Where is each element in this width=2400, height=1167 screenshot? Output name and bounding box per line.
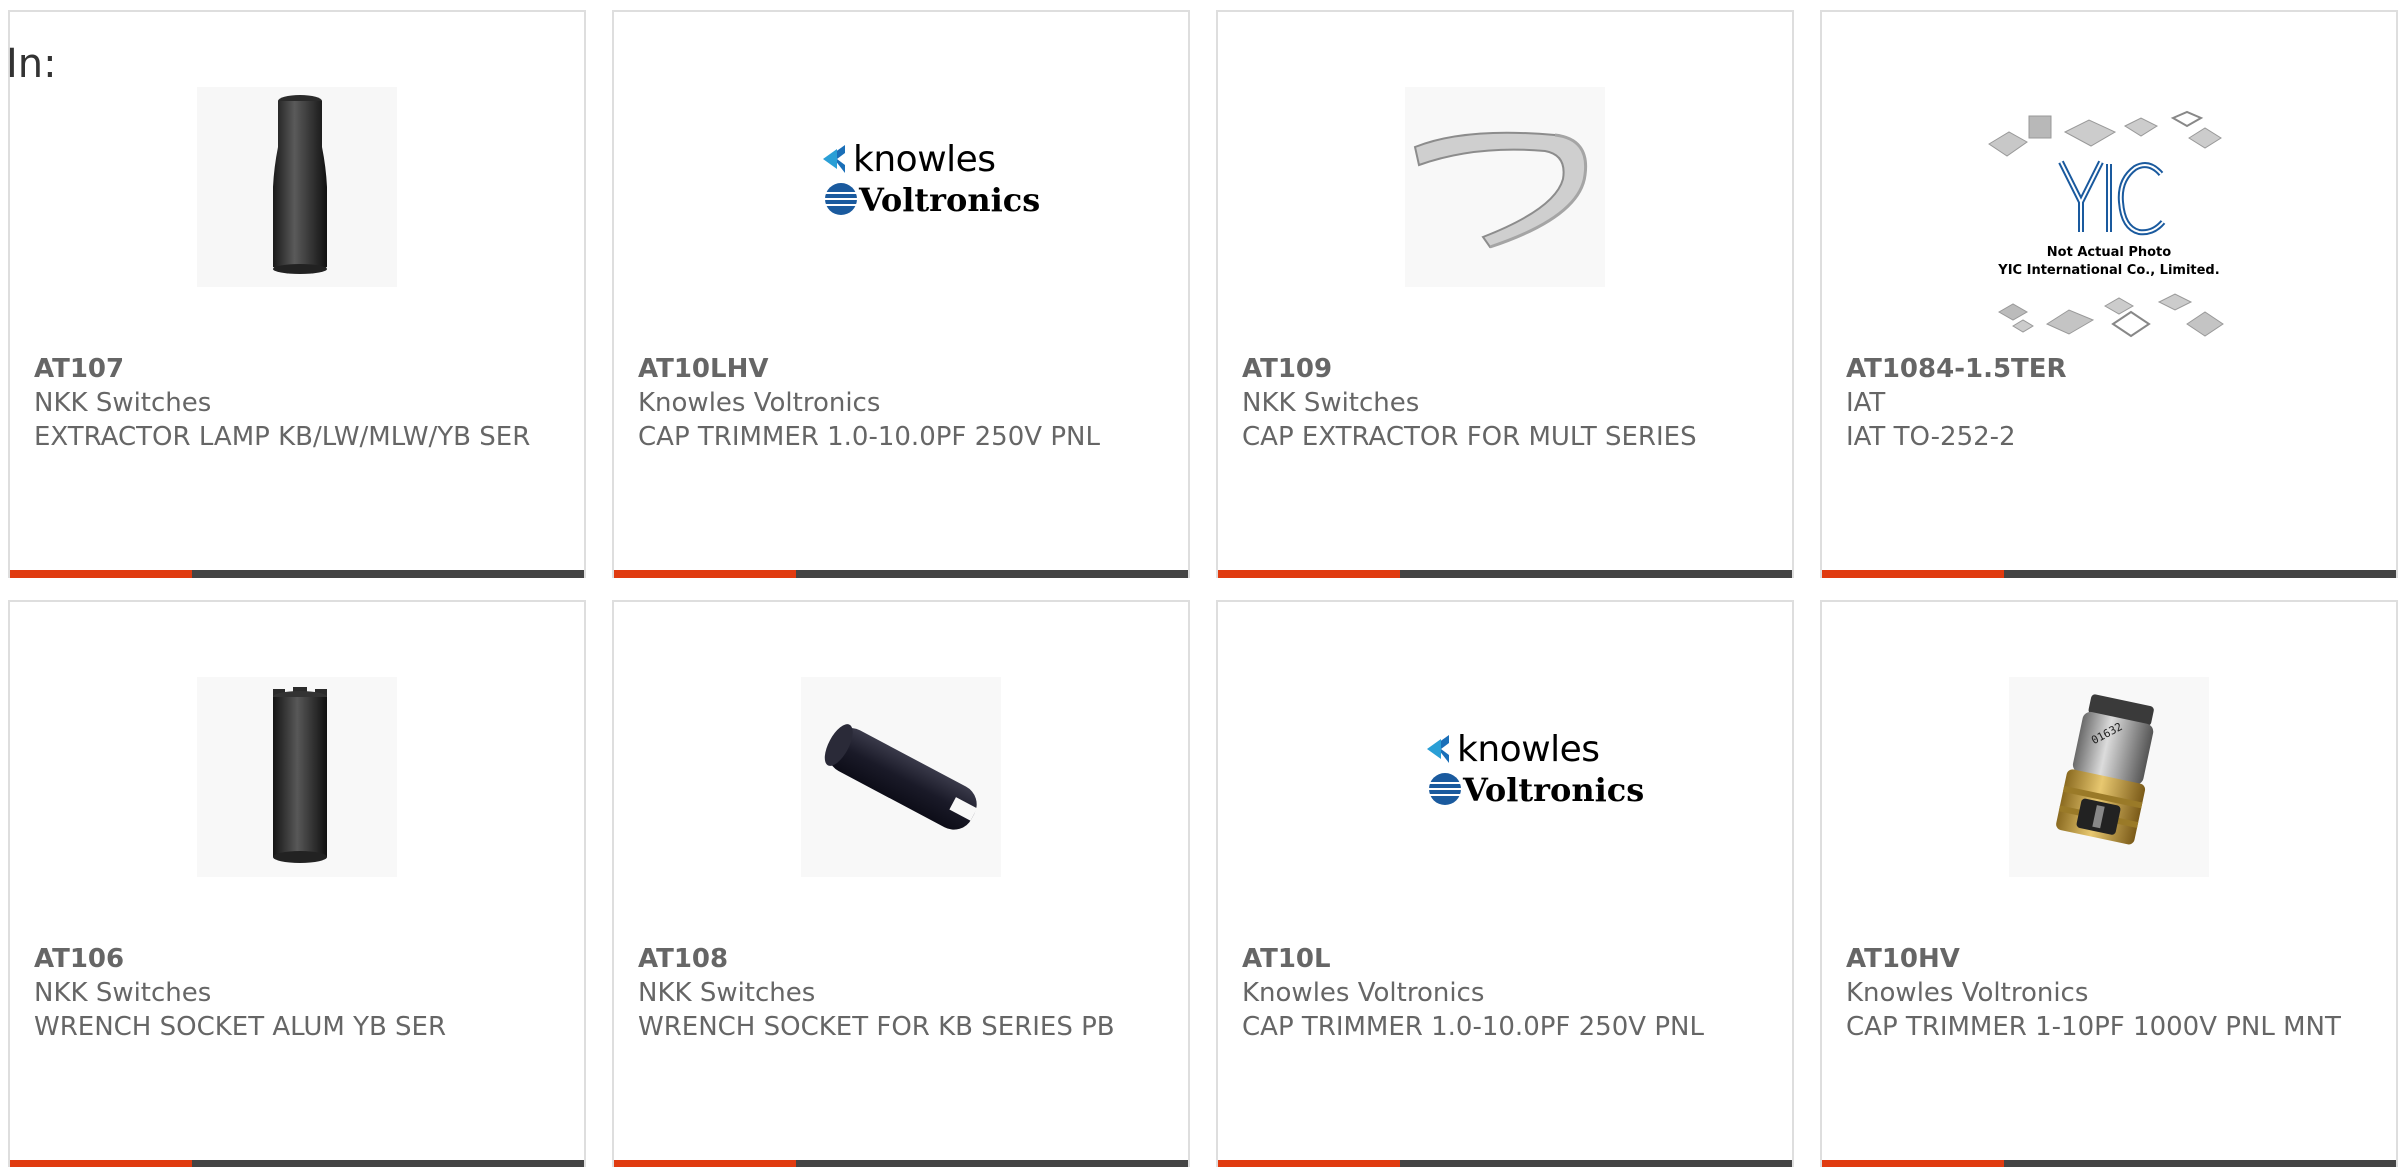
product-info: AT107 NKK Switches EXTRACTOR LAMP KB/LW/… xyxy=(34,352,560,454)
product-image-extractor-lamp[interactable] xyxy=(197,87,397,287)
part-number-link[interactable]: AT108 xyxy=(638,942,1164,976)
knowles-voltronics-logo: knowles Voltronics xyxy=(823,139,1040,219)
card-accent-highlight xyxy=(1218,570,1400,578)
yic-placeholder-image: Not Actual Photo YIC International Co., … xyxy=(1988,110,2224,338)
manufacturer-name: Knowles Voltronics xyxy=(1242,978,1485,1008)
card-accent-bar xyxy=(10,570,584,578)
manufacturer-name: IAT xyxy=(1846,388,1886,418)
card-accent-bar xyxy=(1822,1160,2396,1167)
product-image-yic-placeholder[interactable]: Not Actual Photo YIC International Co., … xyxy=(1969,102,2249,352)
manufacturer-name: NKK Switches xyxy=(34,978,212,1008)
card-accent-highlight xyxy=(10,1160,192,1167)
manufacturer-name: NKK Switches xyxy=(34,388,212,418)
part-number-link[interactable]: AT10LHV xyxy=(638,352,1164,386)
product-description: IAT TO-252-2 xyxy=(1846,422,2016,452)
card-accent-bar xyxy=(614,1160,1188,1167)
product-listing-page: In: AT107 NKK Switches EXTRACTOR LAMP KB… xyxy=(0,0,2400,1167)
product-info: AT10LHV Knowles Voltronics CAP TRIMMER 1… xyxy=(638,352,1164,454)
manufacturer-name: NKK Switches xyxy=(1242,388,1420,418)
card-accent-highlight xyxy=(1218,1160,1400,1167)
product-image-knowles-logo[interactable]: knowles Voltronics xyxy=(761,97,1041,297)
part-number-link[interactable]: AT1084-1.5TER xyxy=(1846,352,2372,386)
card-accent-highlight xyxy=(1822,1160,2004,1167)
product-image-wrench-socket[interactable] xyxy=(197,677,397,877)
logo-knowles-text: knowles xyxy=(853,139,996,180)
product-description: WRENCH SOCKET FOR KB SERIES PB xyxy=(638,1012,1115,1042)
card-accent-bar xyxy=(1218,1160,1792,1167)
card-accent-bar xyxy=(10,1160,584,1167)
product-card[interactable]: 01632 AT10HV Knowles Voltronics CAP TRIM… xyxy=(1820,600,2398,1167)
cap-extractor-image xyxy=(1405,87,1605,287)
product-info: AT1084-1.5TER IAT IAT TO-252-2 xyxy=(1846,352,2372,454)
product-image-cap-trimmer[interactable]: 01632 xyxy=(2009,677,2209,877)
product-description: CAP TRIMMER 1-10PF 1000V PNL MNT xyxy=(1846,1012,2341,1042)
yic-logo xyxy=(2058,160,2166,236)
product-card[interactable]: knowles Voltronics AT10LHV Knowles Voltr… xyxy=(612,10,1190,578)
logo-voltronics-text: Voltronics xyxy=(1462,771,1644,809)
card-accent-highlight xyxy=(1822,570,2004,578)
product-info: AT10L Knowles Voltronics CAP TRIMMER 1.0… xyxy=(1242,942,1768,1044)
product-card[interactable]: AT107 NKK Switches EXTRACTOR LAMP KB/LW/… xyxy=(8,10,586,578)
logo-voltronics-text: Voltronics xyxy=(858,181,1040,219)
wrench-socket-image xyxy=(197,677,397,877)
card-accent-highlight xyxy=(614,570,796,578)
product-card[interactable]: Not Actual Photo YIC International Co., … xyxy=(1820,10,2398,578)
yic-caption-line1: Not Actual Photo xyxy=(2047,245,2171,260)
product-description: CAP TRIMMER 1.0-10.0PF 250V PNL xyxy=(1242,1012,1704,1042)
product-info: AT108 NKK Switches WRENCH SOCKET FOR KB … xyxy=(638,942,1164,1044)
product-description: CAP TRIMMER 1.0-10.0PF 250V PNL xyxy=(638,422,1100,452)
card-accent-bar xyxy=(614,570,1188,578)
cap-trimmer-image: 01632 xyxy=(2009,677,2209,877)
card-accent-bar xyxy=(1822,570,2396,578)
part-number-link[interactable]: AT107 xyxy=(34,352,560,386)
product-description: EXTRACTOR LAMP KB/LW/MLW/YB SER xyxy=(34,422,531,452)
product-card[interactable]: AT108 NKK Switches WRENCH SOCKET FOR KB … xyxy=(612,600,1190,1167)
product-grid: AT107 NKK Switches EXTRACTOR LAMP KB/LW/… xyxy=(8,10,2400,1167)
part-number-link[interactable]: AT109 xyxy=(1242,352,1768,386)
filter-label: In: xyxy=(6,41,57,87)
product-card[interactable]: AT106 NKK Switches WRENCH SOCKET ALUM YB… xyxy=(8,600,586,1167)
product-card[interactable]: AT109 NKK Switches CAP EXTRACTOR FOR MUL… xyxy=(1216,10,1794,578)
product-description: WRENCH SOCKET ALUM YB SER xyxy=(34,1012,447,1042)
product-card[interactable]: knowles Voltronics AT10L Knowles Voltron… xyxy=(1216,600,1794,1167)
manufacturer-name: Knowles Voltronics xyxy=(638,388,881,418)
manufacturer-name: NKK Switches xyxy=(638,978,816,1008)
card-accent-highlight xyxy=(614,1160,796,1167)
manufacturer-name: Knowles Voltronics xyxy=(1846,978,2089,1008)
part-number-link[interactable]: AT10L xyxy=(1242,942,1768,976)
yic-caption-line2: YIC International Co., Limited. xyxy=(1997,263,2219,278)
product-image-cap-extractor[interactable] xyxy=(1405,87,1605,287)
product-image-wrench-socket-kb[interactable] xyxy=(801,677,1001,877)
part-number-link[interactable]: AT10HV xyxy=(1846,942,2372,976)
product-info: AT109 NKK Switches CAP EXTRACTOR FOR MUL… xyxy=(1242,352,1768,454)
product-info: AT10HV Knowles Voltronics CAP TRIMMER 1-… xyxy=(1846,942,2372,1044)
logo-knowles-text: knowles xyxy=(1457,729,1600,770)
wrench-socket-kb-image xyxy=(801,677,1001,877)
card-accent-bar xyxy=(1218,570,1792,578)
extractor-lamp-image xyxy=(197,87,397,287)
product-description: CAP EXTRACTOR FOR MULT SERIES xyxy=(1242,422,1697,452)
knowles-voltronics-logo: knowles Voltronics xyxy=(1427,729,1644,809)
product-info: AT106 NKK Switches WRENCH SOCKET ALUM YB… xyxy=(34,942,560,1044)
product-image-knowles-logo[interactable]: knowles Voltronics xyxy=(1365,687,1645,887)
part-number-link[interactable]: AT106 xyxy=(34,942,560,976)
card-accent-highlight xyxy=(10,570,192,578)
